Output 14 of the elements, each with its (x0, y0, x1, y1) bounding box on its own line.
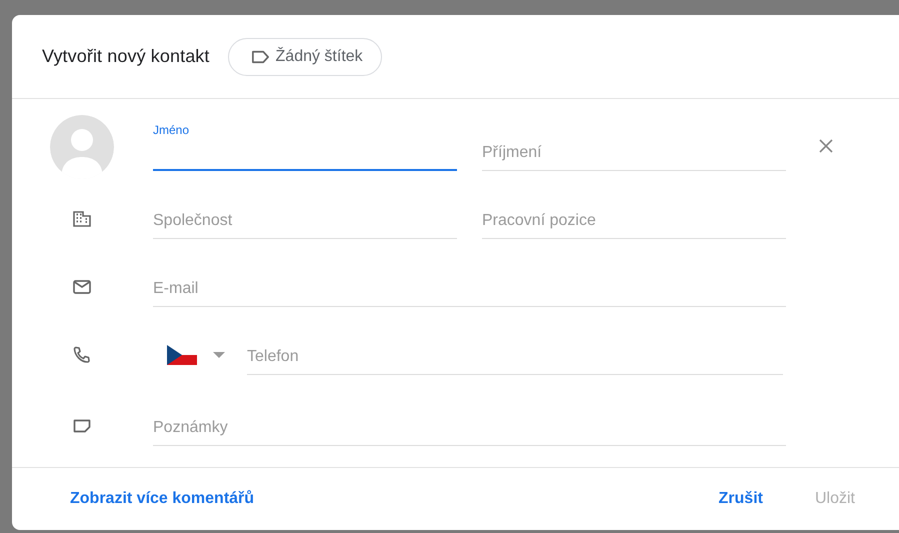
dialog-title: Vytvořit nový kontakt (42, 46, 210, 67)
country-picker[interactable] (167, 345, 225, 365)
cancel-button[interactable]: Zrušit (718, 490, 763, 508)
czech-flag-icon (167, 345, 197, 365)
avatar-icon (50, 115, 114, 179)
label-icon (250, 50, 270, 64)
label-chip[interactable]: Žádný štítek (228, 38, 382, 76)
more-comments-link[interactable]: Zobrazit více komentářů (70, 490, 254, 508)
building-icon (72, 209, 92, 229)
field-label: Jméno (153, 123, 190, 137)
caret-icon (213, 352, 225, 358)
mail-icon (72, 277, 92, 297)
phone-icon (72, 345, 92, 365)
close-icon[interactable] (819, 139, 833, 153)
